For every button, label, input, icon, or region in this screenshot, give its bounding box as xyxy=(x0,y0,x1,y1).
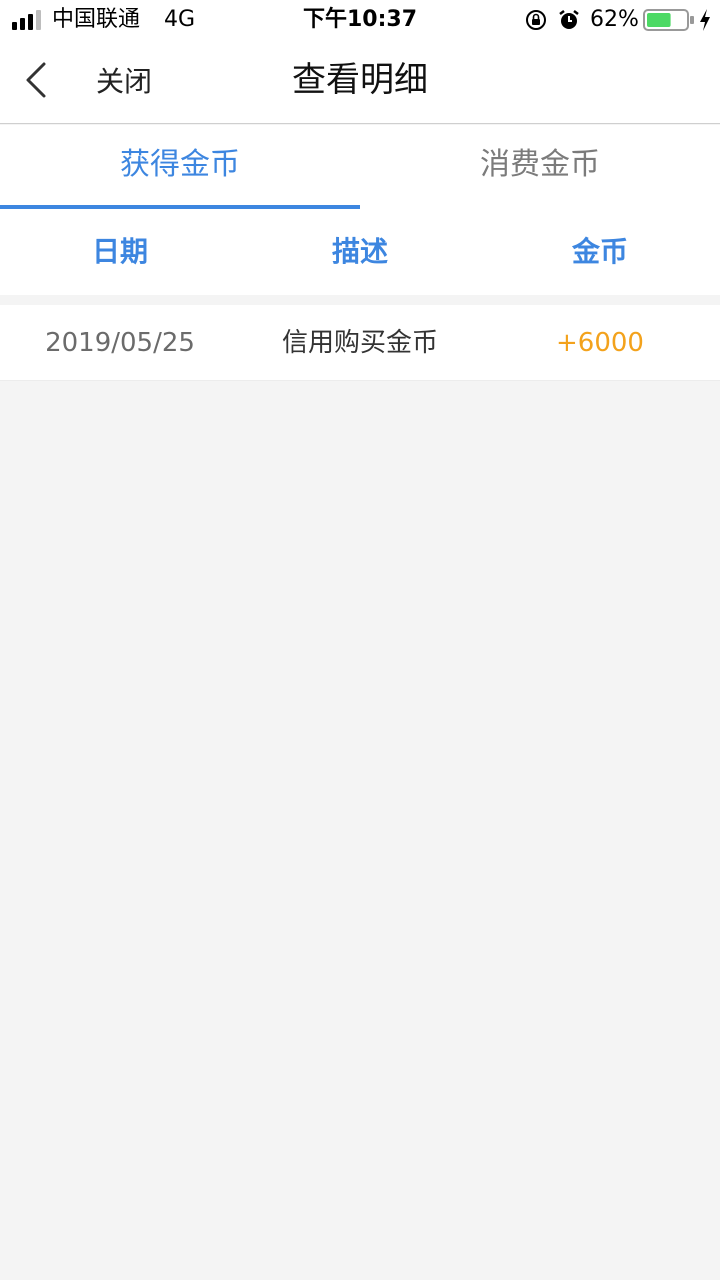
transaction-list: 2019/05/25 信用购买金币 +6000 xyxy=(0,305,720,381)
tab-bar: 获得金币 消费金币 xyxy=(0,125,720,209)
tab-label: 消费金币 xyxy=(480,147,600,182)
tab-label: 获得金币 xyxy=(120,147,240,182)
battery-percent: 62% xyxy=(590,7,639,32)
rotation-lock-icon xyxy=(526,10,546,30)
charging-icon xyxy=(700,9,710,31)
column-header-description: 描述 xyxy=(331,235,388,268)
tab-spent-coins[interactable]: 消费金币 xyxy=(360,125,720,209)
nav-bar: 关闭 查看明细 xyxy=(0,40,720,124)
tab-earned-coins[interactable]: 获得金币 xyxy=(0,125,360,209)
row-description: 信用购买金币 xyxy=(281,328,438,358)
battery-icon xyxy=(643,9,694,31)
page-title: 查看明细 xyxy=(292,60,428,100)
row-date: 2019/05/25 xyxy=(45,328,195,358)
table-header: 日期 描述 金币 xyxy=(0,209,720,295)
table-row: 2019/05/25 信用购买金币 +6000 xyxy=(0,305,720,381)
column-header-date: 日期 xyxy=(91,235,148,268)
row-amount: +6000 xyxy=(556,328,644,358)
status-bar: 中国联通 4G 下午10:37 62% xyxy=(0,0,720,40)
alarm-icon xyxy=(559,10,579,29)
column-header-coins: 金币 xyxy=(571,235,628,268)
